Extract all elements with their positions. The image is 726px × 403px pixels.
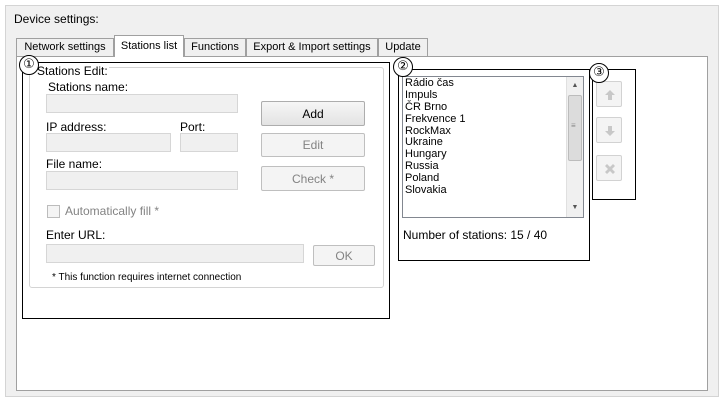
list-item[interactable]: Slovakia: [403, 184, 583, 196]
add-button[interactable]: Add: [261, 101, 365, 126]
file-name-field[interactable]: [46, 171, 238, 190]
ok-button[interactable]: OK: [313, 245, 375, 266]
check-button[interactable]: Check *: [261, 166, 365, 191]
tab-network-settings[interactable]: Network settings: [16, 38, 114, 56]
stations-edit-title: Stations Edit:: [36, 64, 109, 78]
list-item[interactable]: Russia: [403, 160, 583, 172]
scroll-down-icon[interactable]: ▼: [567, 200, 583, 216]
delete-x-icon: [605, 164, 615, 174]
list-item[interactable]: Frekvence 1: [403, 113, 583, 125]
move-down-button[interactable]: [596, 117, 622, 143]
url-label: Enter URL:: [46, 228, 106, 242]
stations-listbox[interactable]: Rádio čas Impuls ČR Brno Frekvence 1 Roc…: [402, 76, 584, 218]
callout-number-2: ②: [393, 57, 413, 77]
station-name-label: Stations name:: [48, 80, 129, 94]
list-scrollbar[interactable]: ▲ ≡ ▼: [566, 77, 583, 217]
autofill-label: Automatically fill *: [65, 204, 160, 218]
ip-address-field[interactable]: [46, 133, 171, 152]
autofill-checkbox[interactable]: [47, 205, 60, 218]
edit-button[interactable]: Edit: [261, 133, 365, 157]
tab-functions[interactable]: Functions: [184, 38, 246, 56]
list-item[interactable]: Poland: [403, 172, 583, 184]
station-count: Number of stations: 15 / 40: [403, 228, 548, 242]
grip-icon: ≡: [571, 121, 576, 130]
list-item[interactable]: Hungary: [403, 148, 583, 160]
callout-number-3: ③: [589, 63, 609, 83]
arrow-up-icon: [605, 90, 615, 100]
callout-number-1: ①: [19, 55, 39, 75]
arrow-down-icon: [605, 126, 615, 136]
port-label: Port:: [180, 120, 206, 134]
list-item[interactable]: Rádio čas: [403, 77, 583, 89]
list-item[interactable]: ČR Brno: [403, 101, 583, 113]
station-name-field[interactable]: [46, 94, 238, 113]
internet-note: * This function requires internet connec…: [52, 272, 242, 283]
list-item[interactable]: RockMax: [403, 125, 583, 137]
scroll-up-icon[interactable]: ▲: [567, 78, 583, 94]
tab-stations-list[interactable]: Stations list: [114, 35, 184, 57]
list-item[interactable]: Impuls: [403, 89, 583, 101]
url-field[interactable]: [46, 244, 304, 263]
file-name-label: File name:: [46, 157, 103, 171]
ip-address-label: IP address:: [46, 120, 107, 134]
port-field[interactable]: [180, 133, 238, 152]
tab-export-import-settings[interactable]: Export & Import settings: [246, 38, 378, 56]
group-title: Device settings:: [14, 12, 99, 26]
move-up-button[interactable]: [596, 81, 622, 107]
list-item[interactable]: Ukraine: [403, 136, 583, 149]
delete-button[interactable]: [596, 155, 622, 181]
tab-update[interactable]: Update: [378, 38, 428, 56]
